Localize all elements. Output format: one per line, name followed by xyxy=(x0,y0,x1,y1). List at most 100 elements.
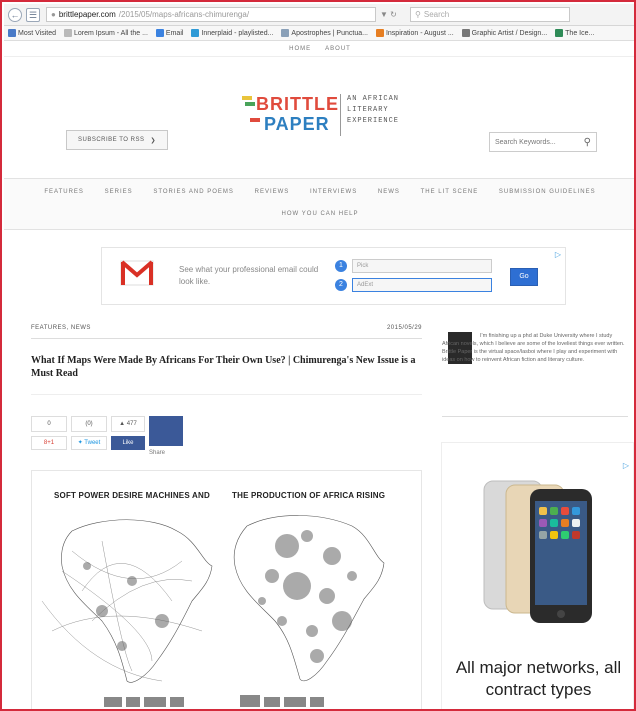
main-nav-row: FEATURES SERIES STORIES AND POEMS REVIEWS IN… xyxy=(4,189,634,195)
bookmark-item[interactable]: Most Visited xyxy=(4,29,60,37)
brittle-paper-logo[interactable]: BRITTLE PAPER xyxy=(242,94,338,136)
browser-toolbar: ← ☰ ● brittlepaper.com /2015/05/maps-afr… xyxy=(4,4,634,26)
ad-field-2[interactable]: AdExt xyxy=(352,278,492,292)
bookmark-label: Innerplaid - playlisted... xyxy=(201,29,274,37)
nav-item-features[interactable]: FEATURES xyxy=(44,189,84,195)
bookmark-icon xyxy=(281,29,290,37)
bookmark-icon xyxy=(555,29,564,37)
bookmark-icon xyxy=(375,29,384,37)
reload-icon[interactable]: ▼ ↻ xyxy=(380,10,406,19)
top-menu: HOME ABOUT xyxy=(4,41,634,57)
tagline-line: LITERARY xyxy=(347,106,389,114)
about-text: I'm finishing up a phd at Duke Universit… xyxy=(442,333,625,363)
site-tagline: AN AFRICAN LITERARY EXPERIENCE xyxy=(347,94,437,127)
bookmark-item[interactable]: Lorem Ipsum - All the ... xyxy=(60,29,152,37)
bookmark-item[interactable]: Graphic Artist / Design... xyxy=(458,29,551,37)
bookmark-label: The Ice... xyxy=(565,29,595,37)
divider xyxy=(31,338,422,339)
nav-item-interviews[interactable]: INTERVIEWS xyxy=(310,189,357,195)
bookmark-item[interactable]: Email xyxy=(152,29,188,37)
bookmark-label: Graphic Artist / Design... xyxy=(471,29,548,37)
like-count[interactable]: ▲ 477 xyxy=(111,416,145,432)
facebook-share-box[interactable] xyxy=(149,416,183,446)
rss-icon: ❯ xyxy=(150,137,156,144)
nav-item-reviews[interactable]: REVIEWS xyxy=(255,189,290,195)
bookmark-label: Apostrophes | Punctua... xyxy=(291,29,368,37)
main-nav: FEATURES SERIES STORIES AND POEMS REVIEWS IN… xyxy=(4,178,634,230)
email-ad-banner[interactable]: See what your professional email could l… xyxy=(101,247,566,305)
ad-step-2: 2 xyxy=(335,279,347,291)
phone-ad[interactable]: ▷ All major networks, all contract types xyxy=(441,442,634,709)
address-host: brittlepaper.com xyxy=(58,10,116,19)
google-plus-button[interactable]: 8+1 xyxy=(31,436,67,450)
nav-item-series[interactable]: SERIES xyxy=(105,189,133,195)
bookmark-icon xyxy=(155,29,164,37)
nav-item-stories-and-poems[interactable]: STORIES AND POEMS xyxy=(153,189,234,195)
article-map-image[interactable]: SOFT POWER DESIRE MACHINES AND THE PRODU… xyxy=(31,470,422,709)
bookmark-label: Inspiration - August ... xyxy=(385,29,454,37)
bookmarks-bar: Most Visited Lorem Ipsum - All the ... Ema… xyxy=(4,26,634,41)
nav-item-how-you-can-help[interactable]: HOW YOU CAN HELP xyxy=(4,211,634,217)
ad-go-button[interactable]: Go xyxy=(510,268,538,286)
ad-step-1: 1 xyxy=(335,260,347,272)
africa-maps-illustration xyxy=(41,515,385,707)
bookmark-icon xyxy=(191,29,200,37)
article-title[interactable]: What If Maps Were Made By Africans For T… xyxy=(31,354,421,380)
tweet-button[interactable]: ✦ Tweet xyxy=(71,436,107,450)
bookmark-icon xyxy=(8,29,16,37)
adchoices-icon[interactable]: ▷ xyxy=(555,250,561,259)
nav-item-submission-guidelines[interactable]: SUBMISSION GUIDELINES xyxy=(499,189,596,195)
bookmark-icon xyxy=(64,29,72,37)
logo-bar-yellow xyxy=(242,96,252,100)
share-label: Share xyxy=(149,450,166,456)
about-widget: I'm finishing up a phd at Duke Universit… xyxy=(442,332,628,404)
search-placeholder: Search xyxy=(423,10,450,19)
logo-divider xyxy=(340,94,341,136)
divider xyxy=(442,416,628,417)
ad-text: See what your professional email could l… xyxy=(179,265,319,286)
share-buttons: 0 (0) ▲ 477 8+1 ✦ Tweet Like Share xyxy=(31,416,191,464)
address-path: /2015/05/maps-africans-chimurenga/ xyxy=(118,10,250,19)
facebook-like-button[interactable]: Like xyxy=(111,436,145,450)
bookmark-label: Lorem Ipsum - All the ... xyxy=(74,29,148,37)
tagline-line: EXPERIENCE xyxy=(347,117,400,125)
top-menu-item-about[interactable]: ABOUT xyxy=(325,46,351,52)
subscribe-rss-button[interactable]: SUBSCRIBE TO RSS ❯ xyxy=(66,130,168,150)
bookmark-item[interactable]: Innerplaid - playlisted... xyxy=(187,29,277,37)
divider xyxy=(31,394,422,395)
logo-bar-green xyxy=(245,102,255,106)
iphone-image xyxy=(483,480,592,623)
tagline-line: AN AFRICAN xyxy=(347,95,400,103)
browser-search-input[interactable]: ⚲ Search xyxy=(410,7,570,22)
comment-count[interactable]: (0) xyxy=(71,416,107,432)
tweet-label: Tweet xyxy=(84,440,101,446)
bookmark-item[interactable]: Apostrophes | Punctua... xyxy=(277,29,372,37)
twitter-icon: ✦ xyxy=(77,440,83,446)
site-search-input[interactable]: Search Keywords... ⚲ xyxy=(489,132,597,152)
logo-line2: PAPER xyxy=(264,114,330,134)
article-category[interactable]: FEATURES, NEWS xyxy=(31,325,91,331)
top-menu-item-home[interactable]: HOME xyxy=(289,46,311,52)
page-frame: ← ☰ ● brittlepaper.com /2015/05/maps-afr… xyxy=(0,0,636,711)
ad-field-1[interactable]: Pick xyxy=(352,259,492,273)
logo-bar-red xyxy=(250,118,260,122)
menu-icon[interactable]: ☰ xyxy=(26,7,40,22)
gmail-icon xyxy=(120,260,154,286)
share-count: 0 xyxy=(31,416,67,432)
bookmark-item[interactable]: The Ice... xyxy=(551,29,598,37)
nav-item-news[interactable]: NEWS xyxy=(378,189,400,195)
bookmark-icon xyxy=(461,29,470,37)
nav-item-the-lit-scene[interactable]: THE LIT SCENE xyxy=(421,189,479,195)
phone-ad-text: All major networks, all contract types xyxy=(455,658,622,699)
back-icon[interactable]: ← xyxy=(8,7,22,22)
bookmark-item[interactable]: Inspiration - August ... xyxy=(372,29,458,37)
thumbs-up-icon: ▲ xyxy=(119,421,126,427)
search-icon[interactable]: ⚲ xyxy=(584,137,591,148)
article-date: 2015/05/29 xyxy=(386,325,422,331)
subscribe-label: SUBSCRIBE TO RSS xyxy=(78,137,145,143)
address-bar[interactable]: ● brittlepaper.com /2015/05/maps-african… xyxy=(46,7,376,22)
bookmark-label: Email xyxy=(165,29,184,37)
search-icon: ⚲ xyxy=(415,10,421,19)
globe-icon: ● xyxy=(51,10,56,19)
bookmark-label: Most Visited xyxy=(18,29,56,37)
